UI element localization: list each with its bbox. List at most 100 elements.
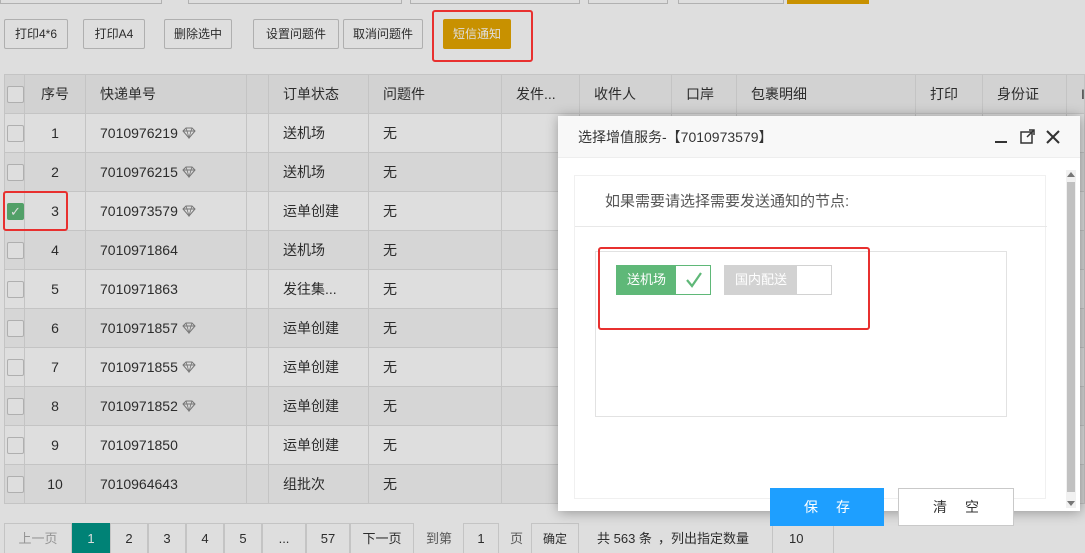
goto-confirm-button[interactable]: 确定 (531, 523, 579, 553)
dialog-content: 如果需要请选择需要发送通知的节点: 送机场 国内配送 保存 清空 (574, 175, 1047, 526)
filter-stub[interactable] (588, 0, 668, 4)
filter-stub[interactable] (0, 0, 162, 4)
header-port[interactable]: 口岸 (672, 75, 737, 114)
order-status: 送机场 (269, 231, 369, 270)
sms-notify-button[interactable]: 短信通知 (443, 19, 511, 49)
next-page-button[interactable]: 下一页 (350, 523, 414, 553)
header-id-card[interactable]: 身份证 (983, 75, 1067, 114)
row-number: 9 (25, 426, 86, 465)
maximize-icon[interactable] (1018, 128, 1036, 146)
checkmark-icon (686, 272, 702, 288)
filter-stub[interactable] (410, 0, 580, 4)
row-number: 7 (25, 348, 86, 387)
select-cell: ✓ (5, 192, 25, 231)
row-checkbox[interactable] (7, 398, 24, 415)
minimize-icon[interactable] (992, 128, 1010, 146)
set-problem-button[interactable]: 设置问题件 (253, 19, 339, 49)
close-icon[interactable] (1044, 128, 1062, 146)
node-chip-domestic[interactable]: 国内配送 (724, 265, 832, 295)
header-print[interactable]: 打印 (916, 75, 983, 114)
tracking-number: 7010971863 (86, 270, 247, 309)
cancel-problem-button[interactable]: 取消问题件 (343, 19, 423, 49)
order-status: 运单创建 (269, 192, 369, 231)
tracking-text[interactable]: 7010976219 (100, 125, 178, 141)
node-chip-airport[interactable]: 送机场 (616, 265, 711, 295)
select-cell (5, 309, 25, 348)
order-status: 运单创建 (269, 426, 369, 465)
header-status[interactable]: 订单状态 (269, 75, 369, 114)
row-checkbox[interactable] (7, 359, 24, 376)
dialog-scrollbar[interactable] (1066, 170, 1076, 508)
header-problem[interactable]: 问题件 (369, 75, 502, 114)
row-checkbox[interactable] (7, 320, 24, 337)
scroll-thumb[interactable] (1067, 182, 1075, 492)
header-select-cell (5, 75, 25, 114)
diamond-icon (182, 361, 196, 373)
page-2[interactable]: 2 (110, 523, 148, 553)
problem-flag: 无 (369, 192, 502, 231)
page-3[interactable]: 3 (148, 523, 186, 553)
print-4x6-button[interactable]: 打印4*6 (4, 19, 68, 49)
row-checkbox[interactable] (7, 281, 24, 298)
row-checkbox[interactable] (7, 476, 24, 493)
problem-flag: 无 (369, 231, 502, 270)
row-number: 3 (25, 192, 86, 231)
page-5[interactable]: 5 (224, 523, 262, 553)
page-4[interactable]: 4 (186, 523, 224, 553)
header-extra[interactable]: I (1067, 75, 1084, 114)
tracking-text[interactable]: 7010971855 (100, 359, 178, 375)
diamond-icon (182, 127, 196, 139)
dialog-body: 如果需要请选择需要发送通知的节点: 送机场 国内配送 保存 清空 (558, 158, 1080, 526)
goto-page-input[interactable]: 1 (463, 523, 499, 553)
tracking-text[interactable]: 7010973579 (100, 203, 178, 219)
filter-stub[interactable] (188, 0, 402, 4)
page-57[interactable]: 57 (306, 523, 350, 553)
tracking-number: 7010976215 (86, 153, 247, 192)
header-tracking[interactable]: 快递单号 (86, 75, 247, 114)
problem-flag: 无 (369, 426, 502, 465)
empty-cell (247, 348, 269, 387)
delete-selected-button[interactable]: 删除选中 (164, 19, 232, 49)
tracking-text[interactable]: 7010976215 (100, 164, 178, 180)
row-checkbox[interactable] (7, 242, 24, 259)
filter-stub[interactable] (678, 0, 784, 4)
tracking-text[interactable]: 7010971850 (100, 437, 178, 453)
diamond-icon (182, 205, 196, 217)
print-a4-button[interactable]: 打印A4 (83, 19, 145, 49)
order-status: 送机场 (269, 153, 369, 192)
tracking-text[interactable]: 7010971864 (100, 242, 178, 258)
tracking-text[interactable]: 7010971852 (100, 398, 178, 414)
save-button[interactable]: 保存 (770, 488, 884, 526)
select-cell (5, 231, 25, 270)
tracking-number: 7010973579 (86, 192, 247, 231)
order-status: 运单创建 (269, 348, 369, 387)
row-number: 1 (25, 114, 86, 153)
select-all-checkbox[interactable] (7, 86, 24, 103)
scroll-up-icon[interactable] (1067, 172, 1075, 177)
header-no[interactable]: 序号 (25, 75, 86, 114)
row-number: 4 (25, 231, 86, 270)
search-button-stub[interactable] (787, 0, 869, 4)
tracking-text[interactable]: 7010964643 (100, 476, 178, 492)
select-cell (5, 426, 25, 465)
tracking-number: 7010971855 (86, 348, 247, 387)
row-checkbox[interactable] (7, 164, 24, 181)
per-page-input[interactable]: 10 (772, 523, 834, 553)
page-1[interactable]: 1 (72, 523, 110, 553)
header-sender[interactable]: 发件... (502, 75, 580, 114)
problem-flag: 无 (369, 387, 502, 426)
select-cell (5, 348, 25, 387)
total-count: 共 563 条 (597, 531, 652, 546)
header-parcel-detail[interactable]: 包裹明细 (737, 75, 916, 114)
row-checkbox[interactable] (7, 125, 24, 142)
tracking-text[interactable]: 7010971863 (100, 281, 178, 297)
select-cell (5, 387, 25, 426)
problem-flag: 无 (369, 465, 502, 503)
row-checkbox[interactable] (7, 437, 24, 454)
prev-page-button[interactable]: 上一页 (4, 523, 72, 553)
clear-button[interactable]: 清空 (898, 488, 1014, 526)
tracking-text[interactable]: 7010971857 (100, 320, 178, 336)
header-recipient[interactable]: 收件人 (580, 75, 672, 114)
scroll-down-icon[interactable] (1067, 501, 1075, 506)
row-checkbox[interactable]: ✓ (7, 203, 24, 220)
